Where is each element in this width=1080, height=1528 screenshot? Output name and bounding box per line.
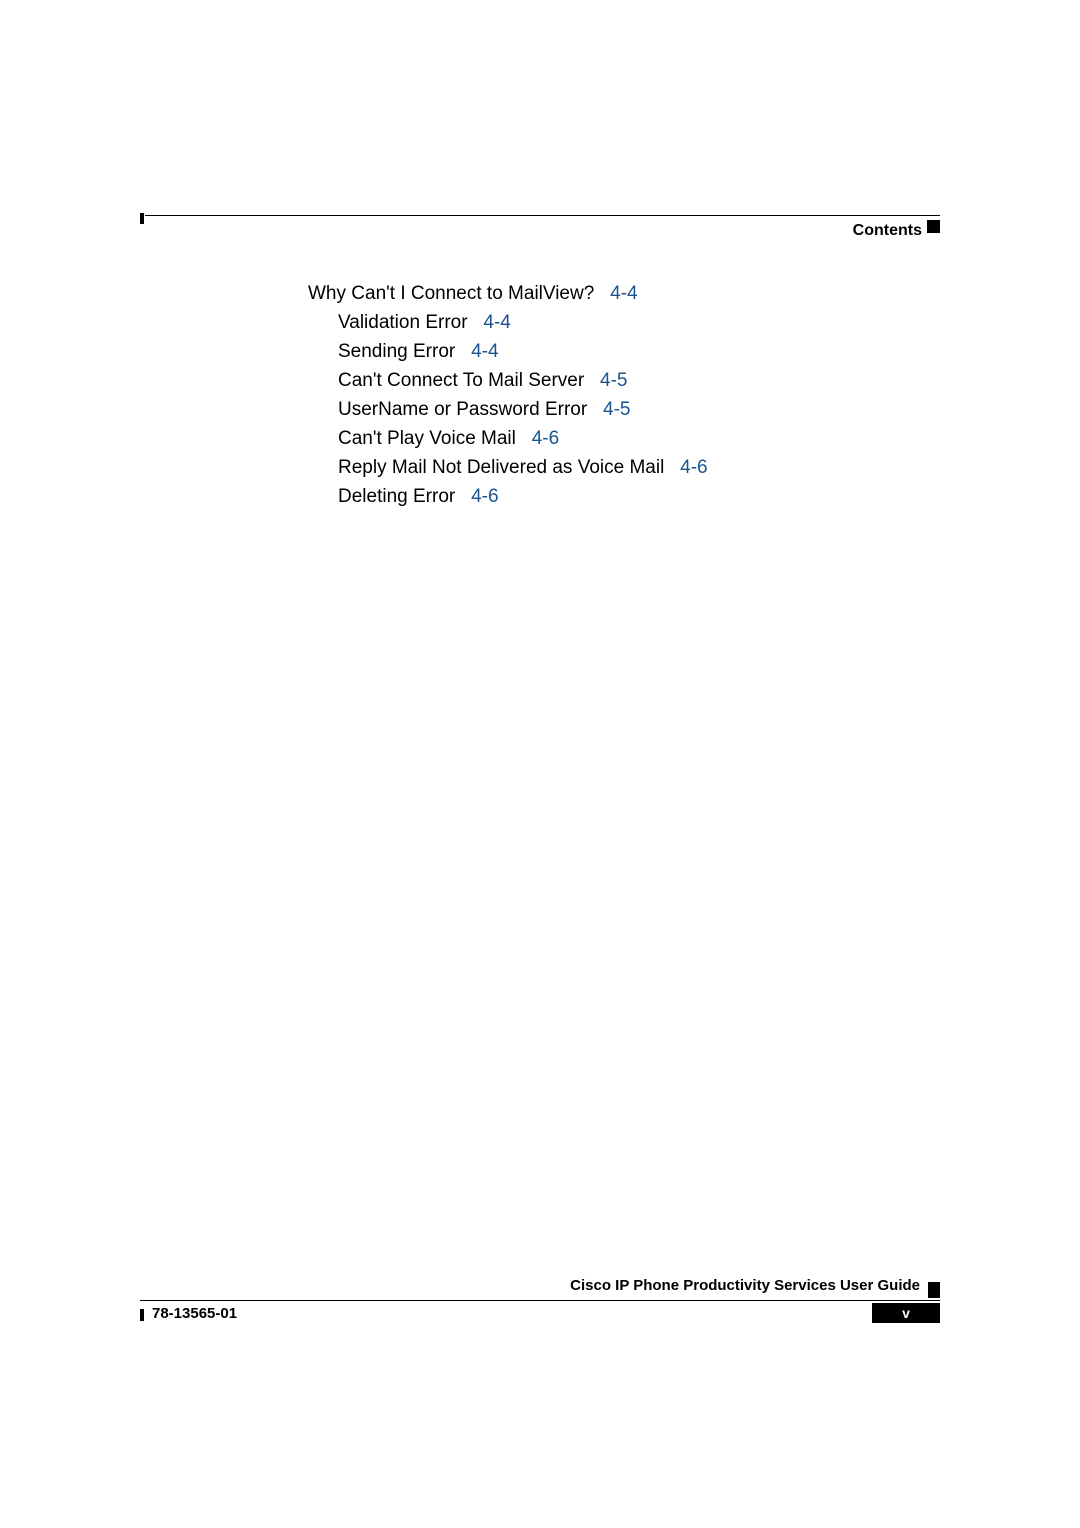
footer-page-number: v	[872, 1303, 940, 1323]
footer-document-number: 78-13565-01	[152, 1305, 237, 1322]
toc-sub-text: Reply Mail Not Delivered as Voice Mail	[338, 457, 664, 478]
table-of-contents: Why Can't I Connect to MailView? 4-4 Val…	[308, 283, 708, 515]
toc-sub-ref[interactable]: 4-6	[680, 457, 707, 478]
toc-main-text: Why Can't I Connect to MailView?	[308, 283, 594, 304]
toc-sub-ref[interactable]: 4-6	[532, 428, 559, 449]
toc-sub-text: Validation Error	[338, 312, 468, 333]
toc-sub-text: Can't Play Voice Mail	[338, 428, 516, 449]
toc-sub-entry: Sending Error 4-4	[338, 341, 708, 363]
header-marker-icon	[927, 220, 940, 233]
footer-left-marker-icon	[140, 1309, 144, 1321]
toc-sub-ref[interactable]: 4-5	[600, 370, 627, 391]
toc-main-ref[interactable]: 4-4	[610, 283, 637, 304]
toc-sub-ref[interactable]: 4-4	[471, 341, 498, 362]
footer-rule	[140, 1300, 940, 1301]
toc-sub-text: UserName or Password Error	[338, 399, 587, 420]
toc-sub-text: Can't Connect To Mail Server	[338, 370, 584, 391]
toc-sub-entry: Can't Play Voice Mail 4-6	[338, 428, 708, 450]
toc-sub-text: Sending Error	[338, 341, 455, 362]
toc-sub-entry: Can't Connect To Mail Server 4-5	[338, 370, 708, 392]
toc-sub-entry: UserName or Password Error 4-5	[338, 399, 708, 421]
top-left-marker	[140, 213, 144, 224]
header-label: Contents	[853, 222, 922, 240]
document-page: Contents Why Can't I Connect to MailView…	[0, 0, 1080, 1528]
toc-sub-entry: Reply Mail Not Delivered as Voice Mail 4…	[338, 457, 708, 479]
toc-sub-ref[interactable]: 4-5	[603, 399, 630, 420]
toc-sub-ref[interactable]: 4-4	[483, 312, 510, 333]
header-rule	[145, 215, 940, 216]
toc-sub-entry: Deleting Error 4-6	[338, 486, 708, 508]
toc-main-entry: Why Can't I Connect to MailView? 4-4	[308, 283, 708, 305]
toc-sub-entry: Validation Error 4-4	[338, 312, 708, 334]
footer-right-marker-icon	[928, 1286, 940, 1298]
toc-sub-text: Deleting Error	[338, 486, 455, 507]
toc-sub-ref[interactable]: 4-6	[471, 486, 498, 507]
footer-title: Cisco IP Phone Productivity Services Use…	[570, 1277, 920, 1294]
